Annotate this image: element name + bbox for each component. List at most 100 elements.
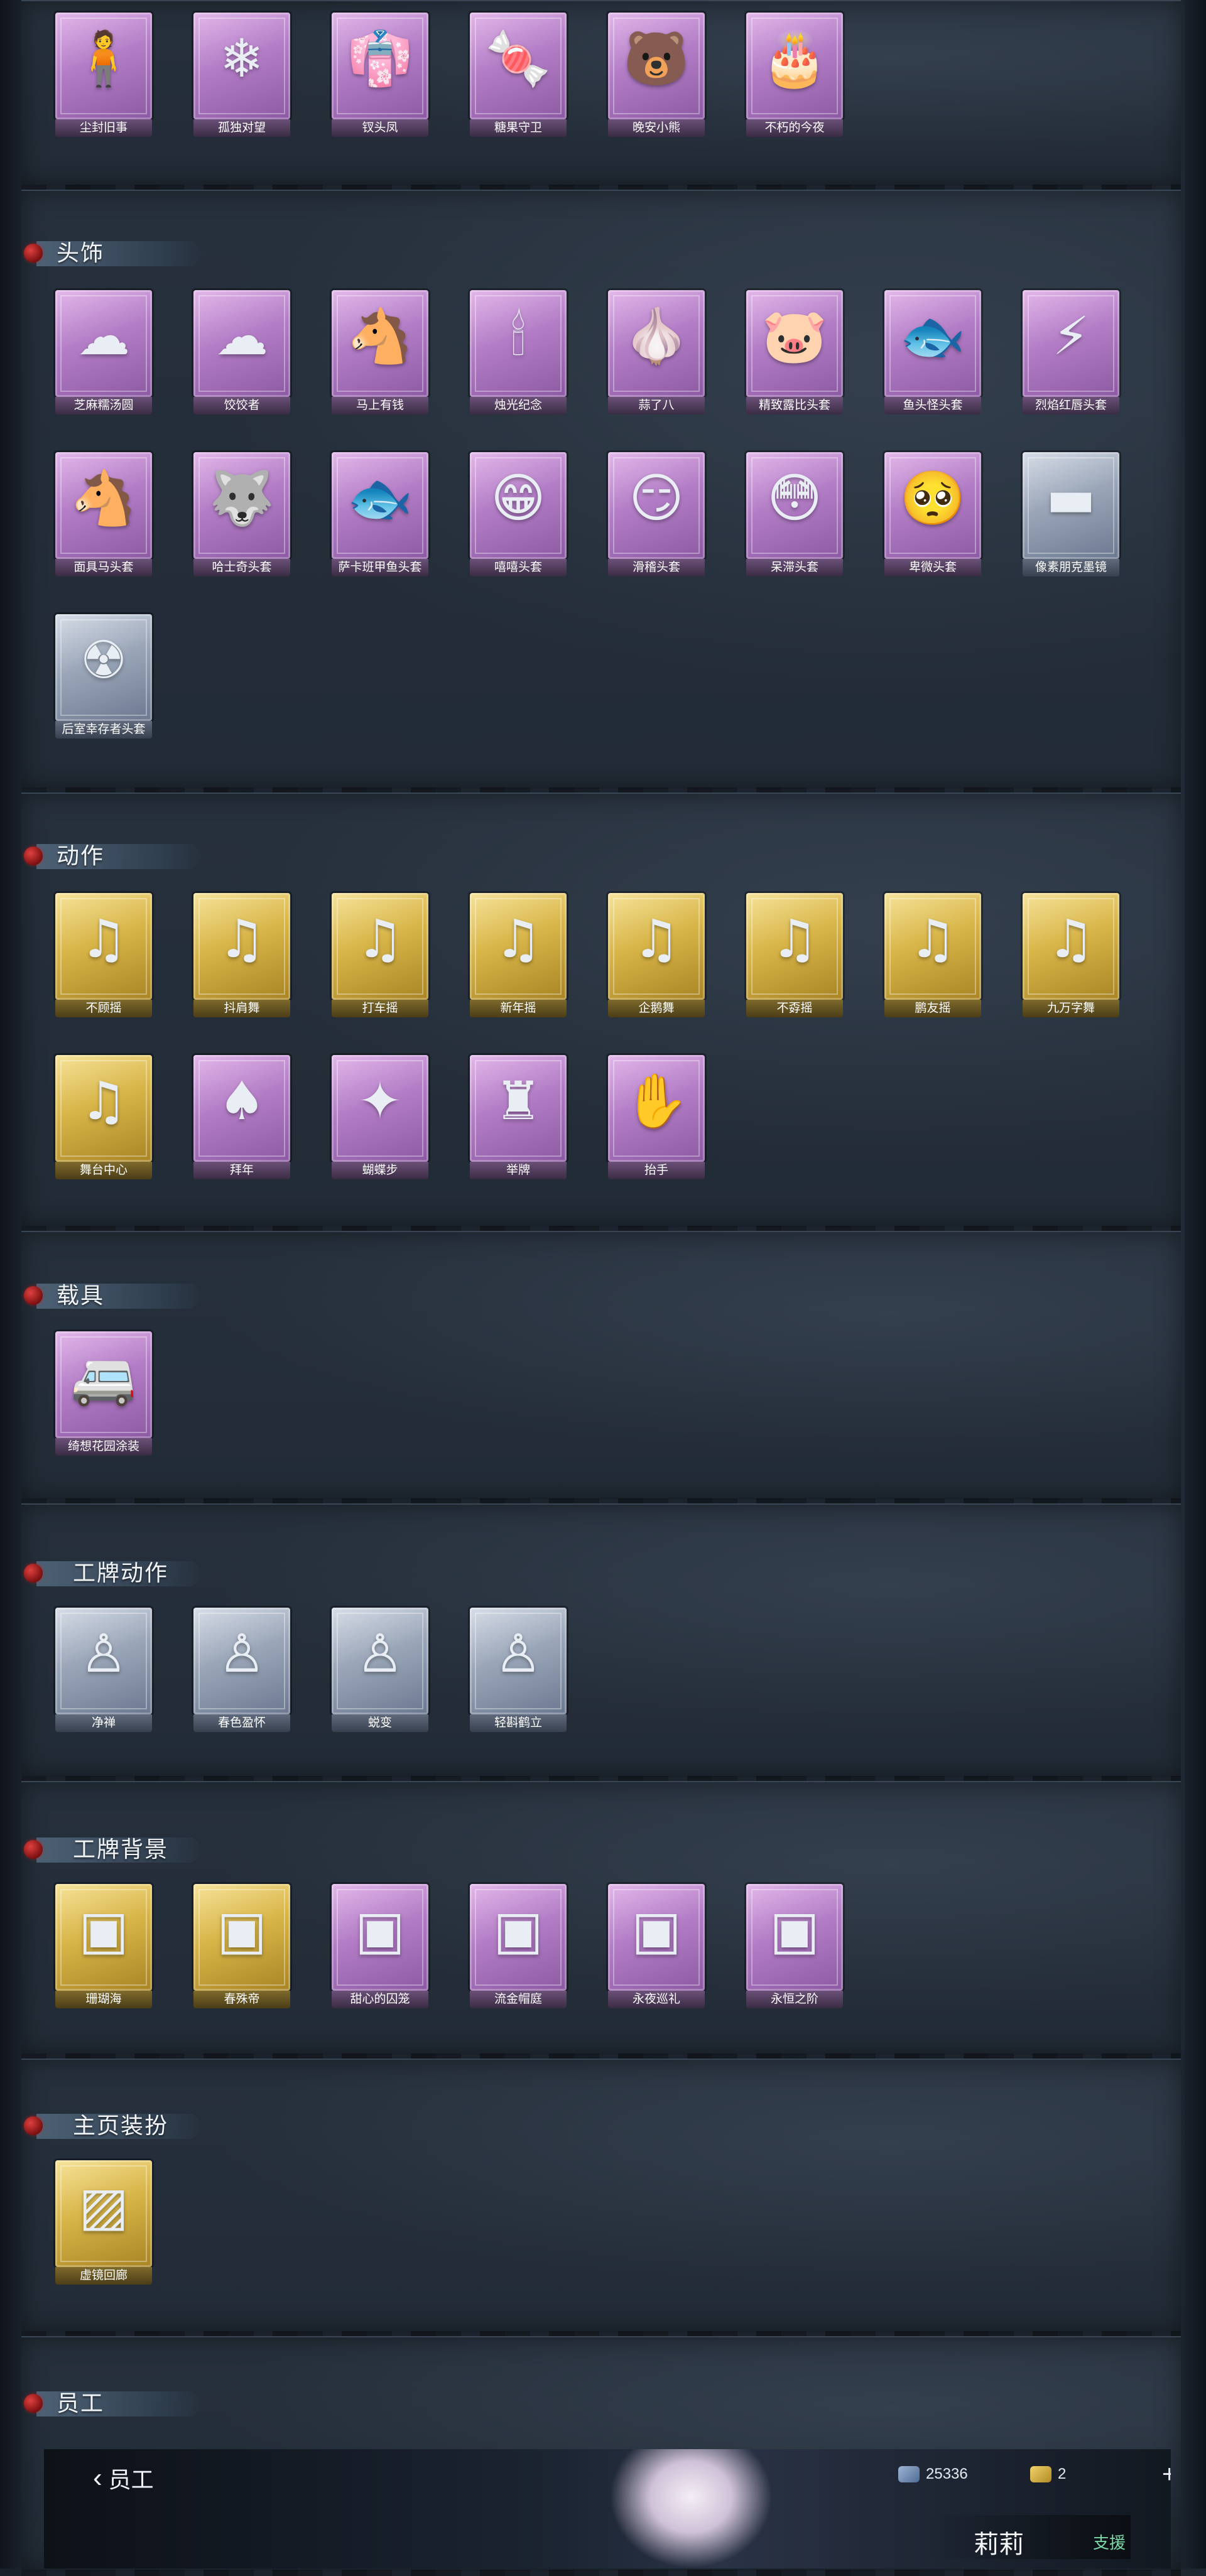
item-label: 春殊帝 <box>193 1991 290 2008</box>
badge-pose-icon: ♙ <box>356 1623 404 1684</box>
gold-bar-icon <box>1030 2466 1051 2482</box>
item-card[interactable]: ⚡ 烈焰红唇头套 <box>1023 290 1119 414</box>
item-card[interactable]: 🐷 精致露比头套 <box>746 290 843 414</box>
item-card[interactable]: ▣ 春殊帝 <box>193 1884 290 2008</box>
badge-pose-icon: ♙ <box>218 1623 266 1684</box>
item-card[interactable]: ♙ 净禅 <box>55 1608 152 1732</box>
bow-pose-icon: ♠ <box>218 1070 266 1132</box>
item-card[interactable]: ♙ 蜕变 <box>332 1608 428 1732</box>
item-thumbnail: 😁 <box>470 452 567 559</box>
item-thumbnail: 🎂 <box>746 13 843 119</box>
card-background-icon: ▣ <box>355 1899 405 1961</box>
card-background-icon: ▣ <box>493 1899 543 1961</box>
item-card[interactable]: ♫ 舞台中心 <box>55 1055 152 1179</box>
dance-pose-icon: ♫ <box>1047 908 1095 970</box>
cake-keychain-icon: 🎂 <box>761 28 828 89</box>
item-thumbnail: 🚐 <box>55 1331 152 1438</box>
humble-emoji-icon: 🥺 <box>899 467 966 529</box>
candy-guard-keychain-icon: 🍬 <box>485 28 551 89</box>
item-card[interactable]: 👘 钗头凤 <box>332 13 428 137</box>
item-card[interactable]: 🐟 萨卡班甲鱼头套 <box>332 452 428 576</box>
section-header-vehicles: 载具 <box>18 1279 206 1309</box>
item-thumbnail: ✋ <box>608 1055 705 1162</box>
item-card[interactable]: ▣ 甜心的囚笼 <box>332 1884 428 2008</box>
item-card[interactable]: 😁 嘻嘻头套 <box>470 452 567 576</box>
item-card[interactable]: ✋ 抬手 <box>608 1055 705 1179</box>
item-card[interactable]: ♫ 打车摇 <box>332 893 428 1017</box>
staff-name-plate: 莉莉 支援 <box>923 2515 1131 2559</box>
item-card[interactable]: 🧄 蒜了八 <box>608 290 705 414</box>
item-card[interactable]: 😳 呆滞头套 <box>746 452 843 576</box>
pin-icon <box>24 2394 43 2413</box>
item-card[interactable]: ▨ 虚镜回廊 <box>55 2160 152 2285</box>
item-thumbnail: ▣ <box>746 1884 843 1991</box>
item-card[interactable]: ♫ 九万字舞 <box>1023 893 1119 1017</box>
horse-mask-icon: 🐴 <box>70 467 137 529</box>
item-label: 抖肩舞 <box>193 1000 290 1017</box>
item-card[interactable]: 🐺 哈士奇头套 <box>193 452 290 576</box>
item-card[interactable]: ▬ 像素朋克墨镜 <box>1023 452 1119 576</box>
item-card[interactable]: 🎂 不朽的今夜 <box>746 13 843 137</box>
item-card[interactable]: ▣ 珊瑚海 <box>55 1884 152 2008</box>
item-thumbnail: ❄ <box>193 13 290 119</box>
item-card[interactable]: ☢ 后室幸存者头套 <box>55 614 152 739</box>
item-card[interactable]: 🥺 卑微头套 <box>884 452 981 576</box>
item-thumbnail: 🐷 <box>746 290 843 397</box>
item-card[interactable]: ☁ 饺饺者 <box>193 290 290 414</box>
item-label: 烛光纪念 <box>470 397 567 414</box>
item-card[interactable]: ♫ 不孬摇 <box>746 893 843 1017</box>
item-thumbnail: 🐟 <box>332 452 428 559</box>
badge-pose-icon: ♙ <box>494 1623 542 1684</box>
item-card[interactable]: 🐴 面具马头套 <box>55 452 152 576</box>
page-edge-right <box>1185 0 1206 2568</box>
item-card[interactable]: ♙ 轻斟鹤立 <box>470 1608 567 1732</box>
item-card[interactable]: 🐟 鱼头怪头套 <box>884 290 981 414</box>
item-card[interactable]: ✦ 蝴蝶步 <box>332 1055 428 1179</box>
item-card[interactable]: ♙ 春色盈怀 <box>193 1608 290 1732</box>
item-thumbnail: ▣ <box>55 1884 152 1991</box>
candle-hat-icon: 🕯 <box>511 305 526 367</box>
back-button[interactable]: ‹ 员工 <box>93 2462 154 2494</box>
item-card[interactable]: 🕯 烛光纪念 <box>470 290 567 414</box>
item-thumbnail: 🐴 <box>55 452 152 559</box>
item-card[interactable]: ♫ 不顾摇 <box>55 893 152 1017</box>
item-card[interactable]: 🐻 晚安小熊 <box>608 13 705 137</box>
item-card[interactable]: ♫ 企鹅舞 <box>608 893 705 1017</box>
dance-pose-icon: ♫ <box>633 908 680 970</box>
item-thumbnail: ♙ <box>332 1608 428 1714</box>
currency-value: 25336 <box>926 2465 968 2482</box>
item-label: 像素朋克墨镜 <box>1023 559 1119 576</box>
item-thumbnail: 😳 <box>746 452 843 559</box>
item-thumbnail: 🕯 <box>470 290 567 397</box>
chevron-left-icon: ‹ <box>93 2462 102 2493</box>
currency-crystal: 25336 <box>898 2465 968 2483</box>
section-homepage <box>21 2059 1181 2337</box>
item-card[interactable]: ▣ 流金帽庭 <box>470 1884 567 2008</box>
item-label: 舞台中心 <box>55 1162 152 1179</box>
cloud-hat-icon: ☁ <box>215 305 268 367</box>
item-card[interactable]: 🧍 尘封旧事 <box>55 13 152 137</box>
item-card[interactable]: 🐴 马上有钱 <box>332 290 428 414</box>
item-card[interactable]: 🍬 糖果守卫 <box>470 13 567 137</box>
item-card[interactable]: ♫ 新年摇 <box>470 893 567 1017</box>
section-header-headwear: 头饰 <box>18 236 206 266</box>
dazed-emoji-icon: 😳 <box>767 467 822 529</box>
item-card[interactable]: 😏 滑稽头套 <box>608 452 705 576</box>
item-card[interactable]: ▣ 永夜巡礼 <box>608 1884 705 2008</box>
item-card[interactable]: ♫ 抖肩舞 <box>193 893 290 1017</box>
section-header-badge-actions: 工牌动作 <box>18 1556 206 1586</box>
pin-icon <box>24 244 43 262</box>
pin-icon <box>24 1564 43 1583</box>
item-thumbnail: ▣ <box>470 1884 567 1991</box>
item-card[interactable]: ❄ 孤独对望 <box>193 13 290 137</box>
item-card[interactable]: ♜ 举牌 <box>470 1055 567 1179</box>
item-label: 卑微头套 <box>884 559 981 576</box>
item-card[interactable]: 🚐 绮想花园涂装 <box>55 1331 152 1456</box>
item-card[interactable]: ♫ 鹏友摇 <box>884 893 981 1017</box>
item-label: 面具马头套 <box>55 559 152 576</box>
item-card[interactable]: ▣ 永恒之阶 <box>746 1884 843 2008</box>
add-currency-button[interactable]: + <box>1162 2460 1171 2489</box>
item-card[interactable]: ☁ 芝麻糯汤圆 <box>55 290 152 414</box>
item-thumbnail: ▣ <box>332 1884 428 1991</box>
item-card[interactable]: ♠ 拜年 <box>193 1055 290 1179</box>
